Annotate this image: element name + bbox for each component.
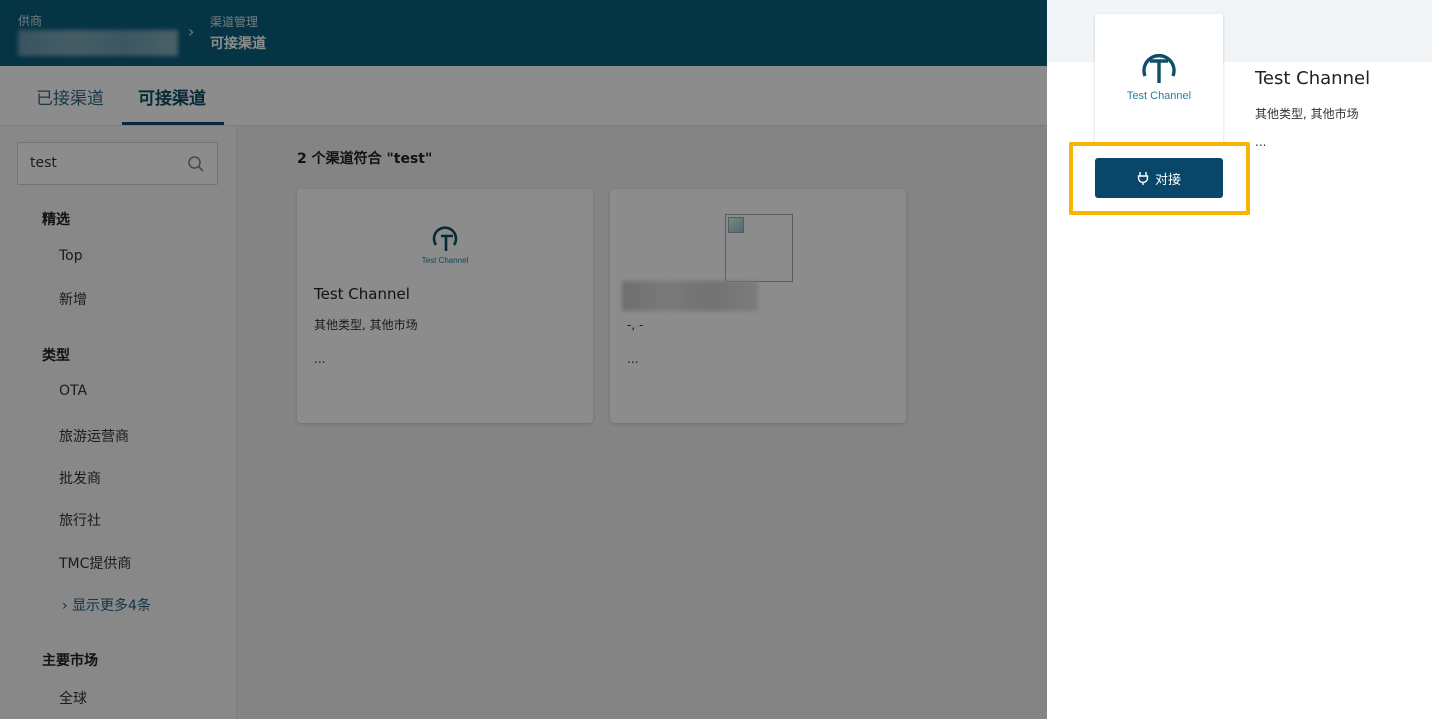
drawer-channel-meta: 其他类型, 其他市场 xyxy=(1255,107,1359,121)
channel-detail-drawer: Test Channel Test Channel 其他类型, 其他市场 ...… xyxy=(1047,0,1432,719)
connect-button[interactable]: 对接 xyxy=(1095,158,1223,198)
connect-button-label: 对接 xyxy=(1154,172,1181,188)
drawer-logo-box: Test Channel xyxy=(1095,14,1223,142)
modal-backdrop[interactable] xyxy=(0,0,1047,719)
drawer-channel-name: Test Channel xyxy=(1255,68,1371,89)
drawer-logo-text: Test Channel xyxy=(1127,90,1191,102)
test-channel-logo: Test Channel xyxy=(1127,53,1191,102)
drawer-channel-more: ... xyxy=(1255,135,1267,149)
plug-icon xyxy=(1137,172,1149,185)
